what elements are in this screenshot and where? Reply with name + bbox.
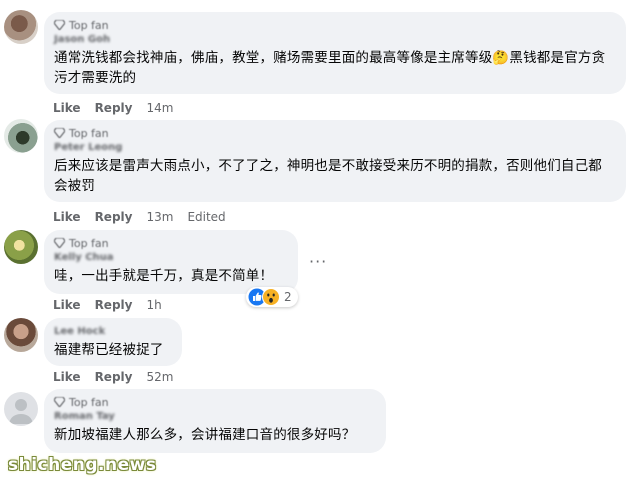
watermark: shicheng.news (8, 455, 157, 475)
reply-button[interactable]: Reply (95, 210, 133, 224)
comment-bubble: Top fan Jason Goh 通常洗钱都会找神庙，佛庙，教堂，赌场需要里面… (44, 12, 626, 94)
comment-text: 通常洗钱都会找神庙，佛庙，教堂，赌场需要里面的最高等像是主席等级🤔黑钱都是官方贪… (54, 50, 606, 86)
avatar[interactable] (4, 318, 38, 352)
like-button[interactable]: Like (53, 370, 81, 384)
reply-button[interactable]: Reply (95, 370, 133, 384)
comment-text: 福建帮已经被捉了 (54, 342, 164, 358)
badge-label: Top fan (69, 395, 109, 409)
avatar[interactable] (4, 119, 38, 153)
comment-actions: Like Reply 52m (53, 370, 187, 384)
avatar[interactable] (4, 230, 38, 264)
top-fan-badge: Top fan (54, 18, 614, 32)
comment-text: 新加坡福建人那么多，会讲福建口音的很多好吗？ (54, 427, 356, 443)
diamond-icon (54, 238, 65, 248)
wow-reaction-icon (262, 288, 280, 306)
like-button[interactable]: Like (53, 210, 81, 224)
comment-bubble: Lee Hock 福建帮已经被捉了 (44, 318, 182, 366)
comment-bubble: Top fan Peter Leong 后来应该是雷声大雨点小，不了了之，神明也… (44, 120, 626, 202)
timestamp[interactable]: 52m (146, 370, 173, 384)
badge-label: Top fan (69, 126, 109, 140)
diamond-icon (54, 397, 65, 407)
comment-actions: Like Reply 1h (53, 298, 176, 312)
badge-label: Top fan (69, 18, 109, 32)
comment-text: 后来应该是雷声大雨点小，不了了之，神明也是不敢接受来历不明的捐款，否则他们自己都… (54, 158, 602, 194)
author-name[interactable]: Jason Goh (54, 33, 614, 46)
badge-label: Top fan (69, 236, 109, 250)
diamond-icon (54, 20, 65, 30)
timestamp[interactable]: 13m (146, 210, 173, 224)
default-avatar-icon (9, 399, 33, 424)
reply-button[interactable]: Reply (95, 298, 133, 312)
comment-text: 哇，一出手就是千万，真是不简单！ (54, 268, 274, 284)
like-button[interactable]: Like (53, 298, 81, 312)
comment-actions: Like Reply 13m Edited (53, 210, 240, 224)
author-name[interactable]: Peter Leong (54, 141, 614, 154)
avatar[interactable] (4, 10, 38, 44)
author-name[interactable]: Lee Hock (54, 325, 170, 338)
author-name[interactable]: Roman Tay (54, 410, 374, 423)
author-name[interactable]: Kelly Chua (54, 251, 286, 264)
timestamp[interactable]: 1h (146, 298, 161, 312)
comment-bubble: Top fan Roman Tay 新加坡福建人那么多，会讲福建口音的很多好吗？ (44, 389, 386, 453)
reaction-summary[interactable]: 2 (246, 287, 298, 307)
top-fan-badge: Top fan (54, 236, 286, 250)
like-button[interactable]: Like (53, 101, 81, 115)
reaction-count: 2 (284, 290, 292, 304)
avatar[interactable] (4, 392, 38, 426)
comment-bubble: Top fan Kelly Chua 哇，一出手就是千万，真是不简单！ (44, 230, 298, 294)
more-options-button[interactable]: ··· (309, 252, 327, 271)
top-fan-badge: Top fan (54, 126, 614, 140)
edited-label: Edited (187, 210, 226, 224)
diamond-icon (54, 128, 65, 138)
top-fan-badge: Top fan (54, 395, 374, 409)
reply-button[interactable]: Reply (95, 101, 133, 115)
timestamp[interactable]: 14m (146, 101, 173, 115)
comment-actions: Like Reply 14m (53, 101, 187, 115)
